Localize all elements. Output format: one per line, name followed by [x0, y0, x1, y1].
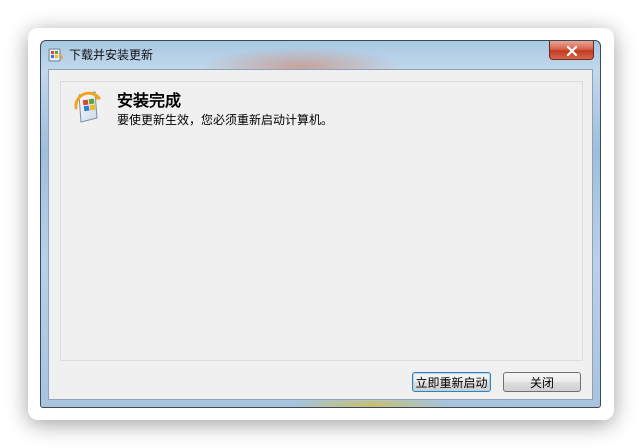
window-title: 下载并安装更新: [69, 48, 154, 62]
restart-message: 要使更新生效，您必须重新启动计算机。: [117, 113, 334, 127]
status-heading: 安装完成: [117, 91, 182, 110]
client-area: 安装完成 要使更新生效，您必须重新启动计算机。 立即重新启动 关闭: [48, 69, 593, 400]
close-window-button[interactable]: [549, 41, 594, 60]
close-button[interactable]: 关闭: [503, 372, 581, 392]
windows-update-shield-icon: [73, 90, 105, 124]
content-panel: 安装完成 要使更新生效，您必须重新启动计算机。: [60, 81, 583, 361]
dialog-window: 下载并安装更新 安装完成 要使更新生效，您必须重新启动计算机。 立即重新启动 关…: [40, 40, 601, 408]
close-icon: [566, 41, 578, 60]
title-bar[interactable]: 下载并安装更新: [41, 41, 600, 69]
windows-update-icon: [48, 47, 64, 63]
restart-now-button[interactable]: 立即重新启动: [412, 372, 491, 392]
